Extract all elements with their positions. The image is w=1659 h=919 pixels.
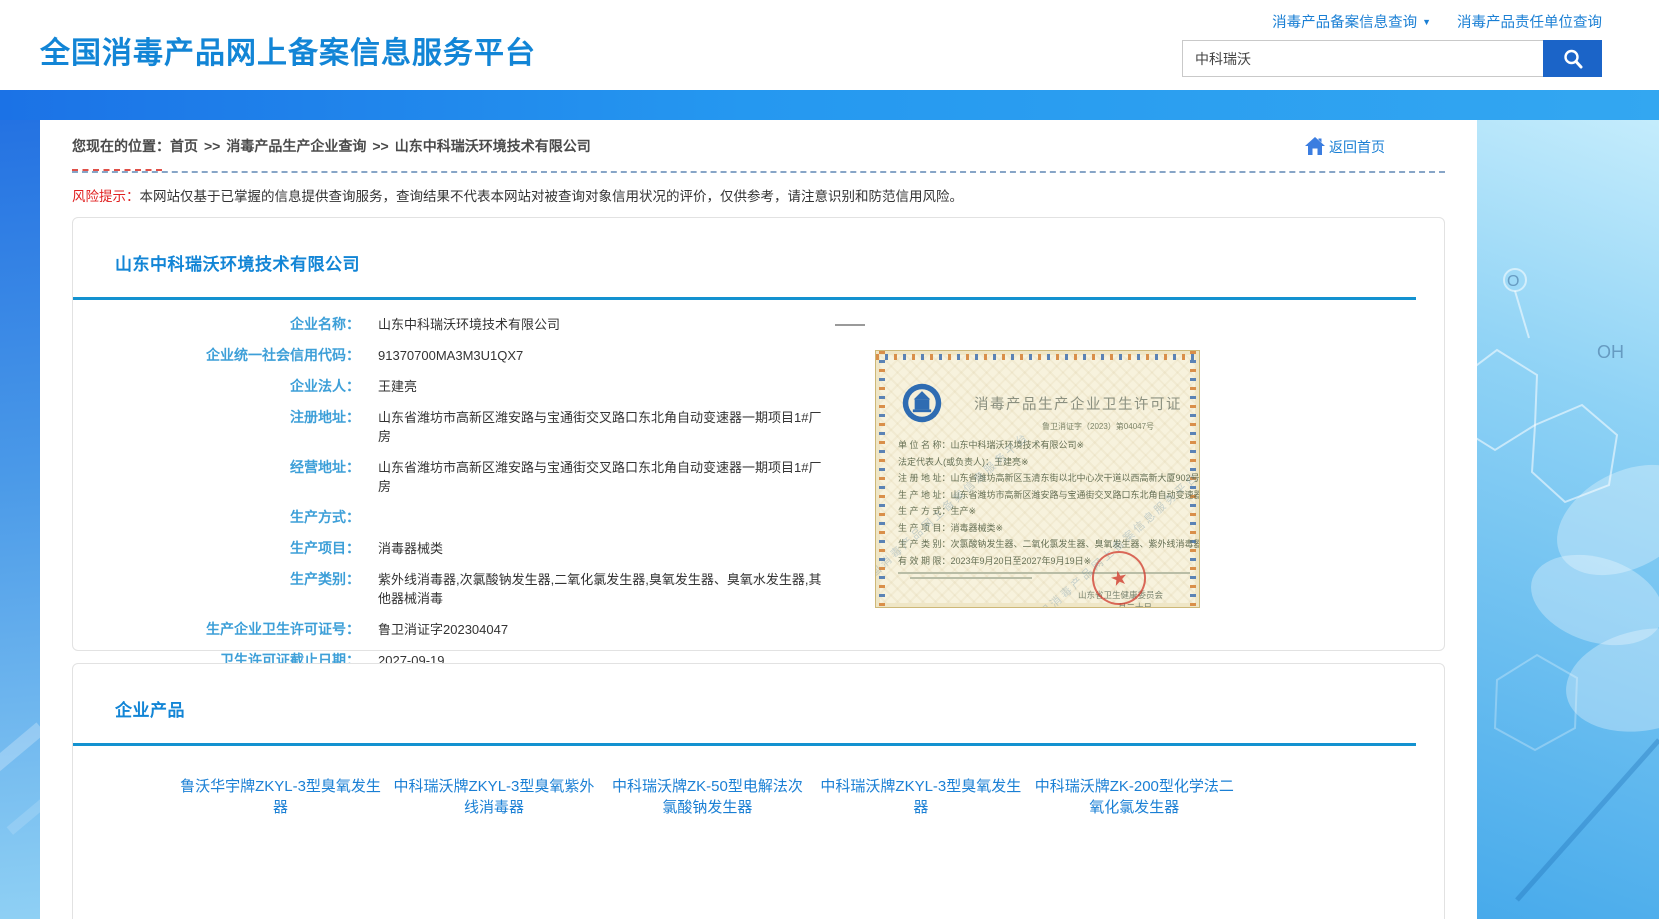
certificate-line: 有 效 期 限：2023年9月20日至2027年9月19日※ — [898, 553, 1200, 570]
product-link[interactable]: 中科瑞沃牌ZK-200型化学法二氧化氯发生器 — [1032, 776, 1237, 818]
breadcrumb-separator: >> — [204, 138, 220, 154]
certificate-title: 消毒产品生产企业卫生许可证 — [974, 393, 1182, 414]
top-nav: 消毒产品备案信息查询 ▼ 消毒产品责任单位查询 — [1182, 10, 1602, 32]
certificate-border-decoration — [876, 354, 1199, 360]
field-row-production-project: 生产项目： 消毒器械类 — [73, 534, 1444, 565]
breadcrumb-row: 您现在的位置：首页 >> 消毒产品生产企业查询 >> 山东中科瑞沃环境技术有限公司 返回… — [72, 135, 1445, 157]
field-label: 企业法人： — [73, 377, 360, 396]
breadcrumb: 您现在的位置：首页 >> 消毒产品生产企业查询 >> 山东中科瑞沃环境技术有限公司 — [72, 136, 591, 156]
breadcrumb-enterprise-query[interactable]: 消毒产品生产企业查询 — [226, 138, 366, 154]
certificate-line: 生 产 类 别：次氯酸钠发生器、二氧化氯发生器、臭氧发生器、紫外线消毒器※ — [898, 536, 1200, 553]
field-row-business-address: 经营地址： 山东省潍坊市高新区潍安路与宝通街交叉路口东北角自动变速器一期项目1#… — [73, 453, 1444, 503]
certificate-line: 注 册 地 址：山东省潍坊高新区玉清东街以北中心次干道以西高新大厦902号科研 — [898, 470, 1200, 487]
field-label: 生产方式： — [73, 508, 360, 527]
svg-text:O: O — [1507, 273, 1519, 290]
product-link[interactable]: 中科瑞沃牌ZK-50型电解法次氯酸钠发生器 — [605, 776, 810, 818]
breadcrumb-prefix: 您现在的位置： — [72, 138, 170, 154]
certificate-line: 生 产 方 式：生产※ — [898, 503, 1200, 520]
field-label: 企业名称： — [73, 315, 360, 334]
search-input[interactable] — [1182, 40, 1543, 77]
products-card-title: 企业产品 — [115, 696, 1444, 721]
certificate-line: 生 产 项 目：消毒器械类※ — [898, 520, 1200, 537]
header-right: 消毒产品备案信息查询 ▼ 消毒产品责任单位查询 — [1182, 10, 1602, 77]
nav-responsible-unit-query[interactable]: 消毒产品责任单位查询 — [1457, 11, 1602, 32]
field-value: 山东省潍坊市高新区潍安路与宝通街交叉路口东北角自动变速器一期项目1#厂房 — [360, 458, 830, 496]
field-value: 王建亮 — [360, 377, 830, 396]
nav-record-info-query[interactable]: 消毒产品备案信息查询 ▼ — [1272, 11, 1431, 32]
products-card: 企业产品 鲁沃华宇牌ZKYL-3型臭氧发生器 中科瑞沃牌ZKYL-3型臭氧紫外线… — [72, 663, 1445, 919]
breadcrumb-current: 山东中科瑞沃环境技术有限公司 — [395, 138, 591, 154]
product-link[interactable]: 中科瑞沃牌ZKYL-3型臭氧发生器 — [818, 776, 1023, 818]
nav-record-info-label: 消毒产品备案信息查询 — [1272, 15, 1417, 31]
field-label: 企业统一社会信用代码： — [73, 346, 360, 365]
top-band — [0, 90, 1659, 120]
page-title: 全国消毒产品网上备案信息服务平台 — [40, 28, 536, 72]
breadcrumb-separator: >> — [372, 138, 388, 154]
field-row-production-category: 生产类别： 紫外线消毒器,次氯酸钠发生器,二氧化氯发生器,臭氧发生器、臭氧水发生… — [73, 565, 1444, 615]
national-emblem-icon — [900, 381, 944, 430]
company-card-title: 山东中科瑞沃环境技术有限公司 — [115, 250, 1444, 275]
field-value — [360, 508, 830, 527]
field-row-registered-address: 注册地址： 山东省潍坊市高新区潍安路与宝通街交叉路口东北角自动变速器一期项目1#… — [73, 403, 1444, 453]
search-button[interactable] — [1543, 40, 1602, 77]
dash-artifact — [835, 324, 865, 326]
field-row-legal-person: 企业法人： 王建亮 — [73, 372, 1444, 403]
field-value: 消毒器械类 — [360, 539, 830, 558]
certificate-line: 法定代表人(或负责人)：王建亮※ — [898, 454, 1200, 471]
left-background — [0, 120, 40, 919]
hygiene-license-certificate: 消毒产品生产企业卫生许可证 鲁卫消证字（2023）第04047号 单 位 名 称… — [875, 350, 1200, 608]
field-label: 生产项目： — [73, 539, 360, 558]
company-fields: 企业名称： 山东中科瑞沃环境技术有限公司 企业统一社会信用代码： 9137070… — [73, 300, 1444, 677]
products-list: 鲁沃华宇牌ZKYL-3型臭氧发生器 中科瑞沃牌ZKYL-3型臭氧紫外线消毒器 中… — [73, 746, 1444, 834]
search-icon — [1561, 47, 1585, 71]
back-home-label: 返回首页 — [1329, 137, 1385, 157]
svg-text:OH: OH — [1597, 342, 1624, 362]
back-home-link[interactable]: 返回首页 — [1303, 135, 1385, 157]
field-row-credit-code: 企业统一社会信用代码： 91370700MA3M3U1QX7 — [73, 341, 1444, 372]
field-value: 山东中科瑞沃环境技术有限公司 — [360, 315, 830, 334]
background-shape — [0, 722, 45, 771]
field-label: 生产类别： — [73, 570, 360, 608]
field-label: 生产企业卫生许可证号： — [73, 620, 360, 639]
risk-warning-label: 风险提示： — [72, 189, 140, 204]
certificate-line: 单 位 名 称：山东中科瑞沃环境技术有限公司※ — [898, 437, 1200, 454]
certificate-number: 鲁卫消证字（2023）第04047号 — [1042, 421, 1154, 432]
product-link[interactable]: 鲁沃华宇牌ZKYL-3型臭氧发生器 — [178, 776, 383, 818]
content-wrapper: 您现在的位置：首页 >> 消毒产品生产企业查询 >> 山东中科瑞沃环境技术有限公司 返回… — [40, 119, 1477, 919]
certificate-line: 生 产 地 址：山东省潍坊市高新区潍安路与宝通街交叉路口东北角自动变速器一期项目… — [898, 487, 1200, 504]
breadcrumb-home[interactable]: 首页 — [170, 138, 198, 154]
dashed-divider — [72, 171, 1445, 173]
certificate-fine-print — [898, 572, 1200, 579]
site-header: 全国消毒产品网上备案信息服务平台 消毒产品备案信息查询 ▼ 消毒产品责任单位查询 — [0, 0, 1659, 90]
field-value: 紫外线消毒器,次氯酸钠发生器,二氧化氯发生器,臭氧发生器、臭氧水发生器,其他器械… — [360, 570, 830, 608]
risk-warning: 风险提示：本网站仅基于已掌握的信息提供查询服务，查询结果不代表本网站对被查询对象… — [72, 185, 1445, 205]
product-link[interactable]: 中科瑞沃牌ZKYL-3型臭氧紫外线消毒器 — [391, 776, 596, 818]
certificate-border-decoration — [879, 351, 885, 607]
field-label: 经营地址： — [73, 458, 360, 496]
field-label: 注册地址： — [73, 408, 360, 446]
field-value: 山东省潍坊市高新区潍安路与宝通街交叉路口东北角自动变速器一期项目1#厂房 — [360, 408, 830, 446]
field-row-license-number: 生产企业卫生许可证号： 鲁卫消证字202304047 — [73, 615, 1444, 646]
field-value: 91370700MA3M3U1QX7 — [360, 346, 830, 365]
home-icon — [1303, 135, 1327, 157]
chevron-down-icon[interactable]: ▼ — [1422, 17, 1431, 27]
stamp-star: ★ — [1108, 564, 1131, 592]
certificate-lines: 单 位 名 称：山东中科瑞沃环境技术有限公司※ 法定代表人(或负责人)：王建亮※… — [898, 437, 1200, 582]
risk-warning-text: 本网站仅基于已掌握的信息提供查询服务，查询结果不代表本网站对被查询对象信用状况的… — [140, 189, 964, 204]
right-background: O OH — [1477, 120, 1659, 919]
search-bar — [1182, 40, 1602, 77]
field-row-name: 企业名称： 山东中科瑞沃环境技术有限公司 — [73, 310, 1444, 341]
field-value: 鲁卫消证字202304047 — [360, 620, 830, 639]
field-row-production-mode: 生产方式： — [73, 503, 1444, 534]
company-info-card: 山东中科瑞沃环境技术有限公司 企业名称： 山东中科瑞沃环境技术有限公司 企业统一… — [72, 217, 1445, 651]
background-graphic: O OH — [1477, 120, 1659, 919]
